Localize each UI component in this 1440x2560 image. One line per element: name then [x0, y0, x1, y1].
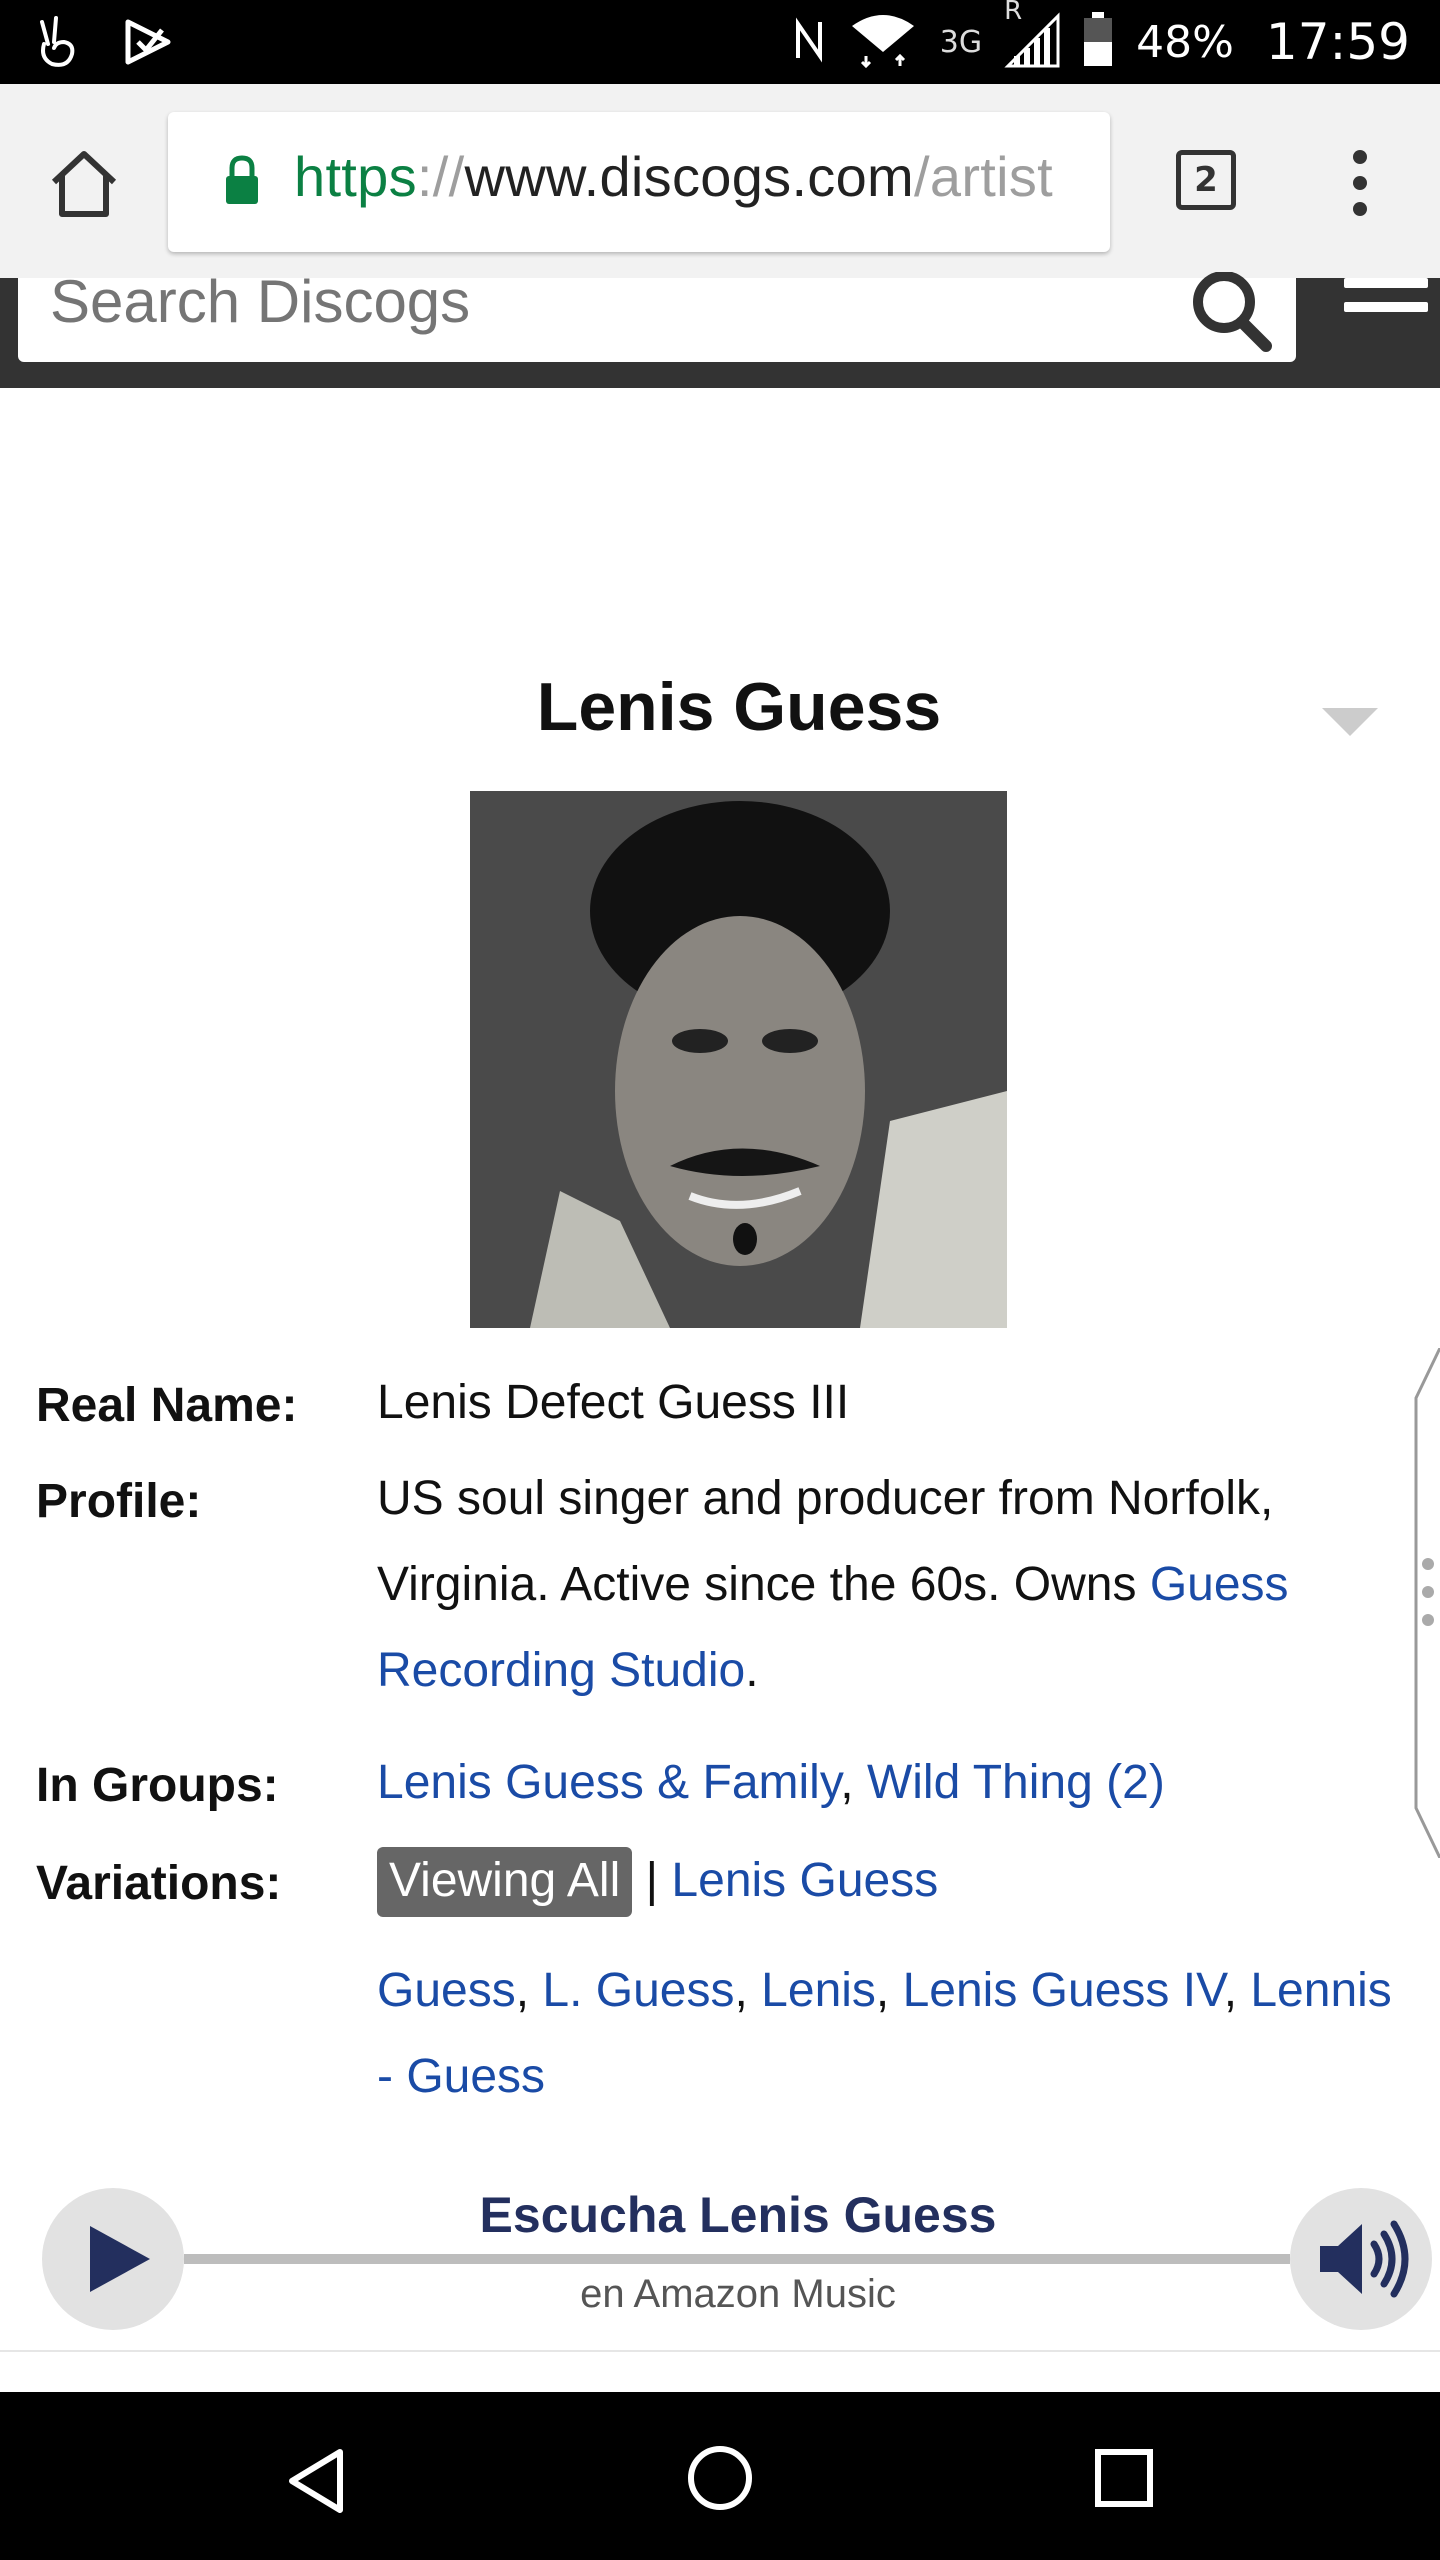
- play-store-icon: [122, 18, 174, 71]
- android-nav-bar: [0, 2392, 1440, 2560]
- search-input[interactable]: [48, 266, 1152, 337]
- variation-link[interactable]: Lenis Guess: [671, 1854, 938, 1907]
- chevron-down-icon[interactable]: [1322, 708, 1378, 736]
- progress-bar[interactable]: [184, 2254, 1290, 2264]
- search-box[interactable]: [18, 266, 1296, 362]
- network-type: 3G: [939, 24, 983, 60]
- overflow-menu-button[interactable]: [1336, 150, 1384, 230]
- recents-icon[interactable]: [1094, 2448, 1154, 2513]
- home-icon: [51, 151, 117, 217]
- site-menu-button[interactable]: [1344, 278, 1428, 338]
- clock: 17:59: [1265, 13, 1410, 71]
- variation-link[interactable]: Lenis Guess IV: [903, 1964, 1224, 2017]
- variations-label: Variations:: [36, 1857, 282, 1910]
- player-title: Escucha Lenis Guess: [479, 2187, 997, 2243]
- variation-link[interactable]: Lenis: [761, 1964, 876, 2017]
- lock-icon: [222, 154, 262, 211]
- group-link[interactable]: Lenis Guess & Family: [377, 1756, 840, 1809]
- back-icon[interactable]: [284, 2446, 348, 2521]
- amazon-music-player: Escucha Lenis Guess en Amazon Music: [0, 2170, 1440, 2352]
- battery-percent: 48%: [1136, 16, 1234, 68]
- site-header: [0, 266, 1440, 388]
- signal-icon: R: [1004, 0, 1060, 73]
- variations-list: Viewing All | Lenis Guess: [377, 1838, 1417, 1924]
- url-text[interactable]: https://www.discogs.com/artist: [294, 144, 1053, 209]
- page-title: Lenis Guess: [536, 669, 942, 745]
- address-bar[interactable]: https://www.discogs.com/artist: [168, 112, 1110, 252]
- peace-hand-icon: [34, 14, 86, 75]
- groups-label: In Groups:: [36, 1759, 279, 1812]
- variation-link[interactable]: Guess: [406, 2050, 545, 2103]
- artist-portrait-image: [470, 791, 1007, 1328]
- tab-switcher-button[interactable]: 2: [1176, 150, 1236, 210]
- player-subtitle: en Amazon Music: [580, 2272, 896, 2316]
- variation-link[interactable]: Guess: [377, 1964, 516, 2017]
- volume-icon: [1320, 2220, 1409, 2298]
- variation-link[interactable]: L. Guess: [542, 1964, 734, 2017]
- battery-icon: [1082, 11, 1114, 73]
- side-drawer-handle[interactable]: [1412, 1347, 1440, 1859]
- home-button[interactable]: [44, 144, 124, 224]
- nfc-icon: [792, 16, 826, 69]
- profile-label: Profile:: [36, 1475, 202, 1528]
- home-nav-icon[interactable]: [686, 2444, 754, 2517]
- viewing-all-badge[interactable]: Viewing All: [377, 1847, 633, 1917]
- search-icon[interactable]: [1186, 271, 1276, 357]
- wifi-icon: [848, 12, 918, 73]
- groups-list: Lenis Guess & Family, Wild Thing (2): [377, 1756, 1165, 1809]
- status-bar: 3G R 48% 17:59: [0, 0, 1440, 84]
- group-link[interactable]: Wild Thing (2): [867, 1756, 1165, 1809]
- variations-more: Guess, L. Guess, Lenis, Lenis Guess IV, …: [377, 1964, 1392, 2103]
- real-name-label: Real Name:: [36, 1379, 298, 1432]
- real-name-value: Lenis Defect Guess III: [377, 1376, 850, 1429]
- artist-photo[interactable]: [470, 791, 1007, 1328]
- profile-text: US soul singer and producer from Norfolk…: [377, 1472, 1289, 1697]
- browser-toolbar: https://www.discogs.com/artist 2: [0, 84, 1440, 278]
- volume-button[interactable]: [1290, 2188, 1432, 2330]
